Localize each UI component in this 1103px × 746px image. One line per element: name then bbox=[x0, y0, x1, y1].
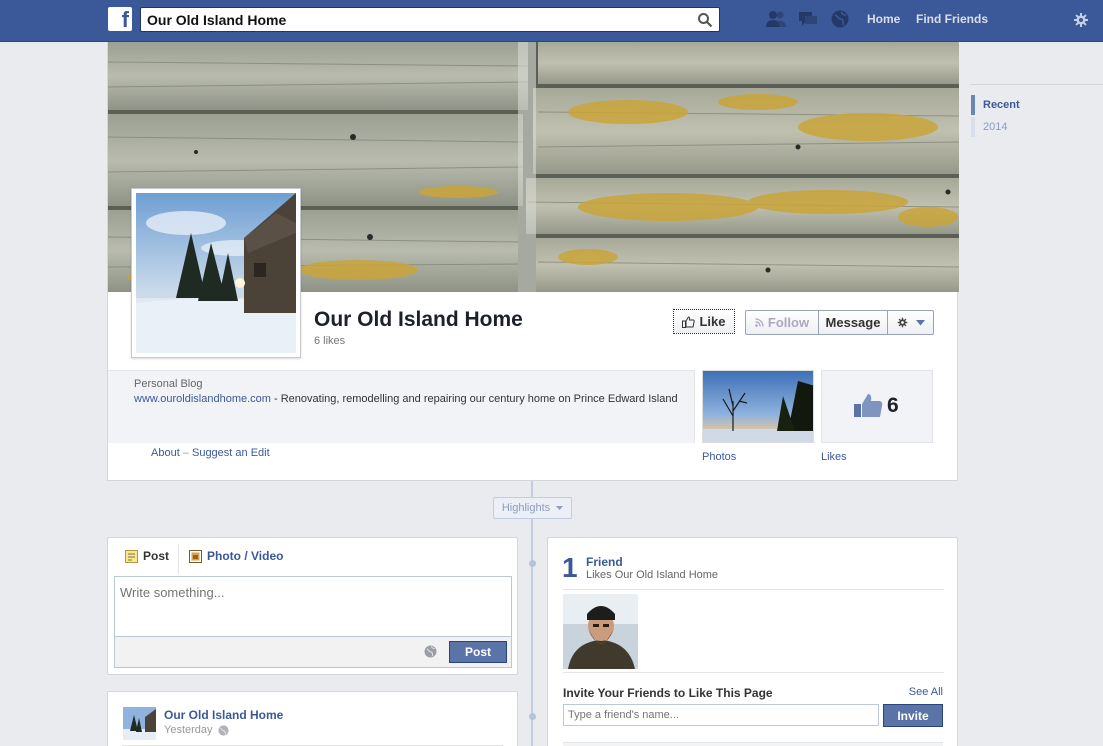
messages-icon[interactable] bbox=[797, 9, 819, 29]
snowy-barn-profile-image bbox=[136, 193, 296, 353]
settings-gear-icon[interactable] bbox=[1073, 12, 1089, 28]
bearded-man-photo bbox=[563, 594, 638, 669]
page-header-card: Our Old Island Home 6 likes Like Follow … bbox=[107, 42, 959, 481]
friend-requests-icon[interactable] bbox=[765, 9, 787, 29]
likes-link[interactable]: Likes bbox=[821, 451, 847, 463]
thumbs-up-icon bbox=[854, 394, 883, 417]
about-summary-box: Personal Blog www.ouroldislandhome.com -… bbox=[108, 370, 695, 443]
about-links: About – Suggest an Edit bbox=[151, 447, 270, 459]
photo-video-icon bbox=[189, 549, 202, 563]
notifications-globe-icon[interactable] bbox=[829, 9, 851, 29]
search-input[interactable] bbox=[141, 8, 681, 31]
composer-field[interactable] bbox=[114, 576, 512, 636]
post-composer: Post Photo / Video Post bbox=[107, 537, 518, 675]
divider bbox=[563, 589, 944, 590]
winter-trees-photo-thumbnail bbox=[703, 371, 813, 442]
invite-title: Invite Your Friends to Like This Page bbox=[563, 686, 773, 700]
message-button[interactable]: Message bbox=[818, 310, 888, 335]
composer-textarea[interactable] bbox=[115, 577, 511, 636]
likes-tile[interactable]: 6 bbox=[821, 370, 933, 443]
timeline-spine bbox=[531, 481, 533, 746]
snowy-barn-avatar-image bbox=[123, 707, 156, 740]
composer-footer: Post bbox=[114, 636, 512, 668]
status-note-icon bbox=[125, 549, 138, 563]
gear-icon bbox=[897, 317, 907, 328]
divider bbox=[563, 672, 944, 673]
follow-button[interactable]: Follow bbox=[745, 310, 819, 335]
timeline-year-nav: Recent 2014 bbox=[971, 95, 1020, 139]
post-button[interactable]: Post bbox=[449, 641, 507, 663]
friend-count: 1 bbox=[562, 552, 578, 583]
friend-avatar[interactable] bbox=[563, 594, 638, 669]
timeline-story: Our Old Island Home Yesterday bbox=[107, 691, 518, 746]
page-options-menu-button[interactable] bbox=[887, 310, 934, 335]
story-author-avatar[interactable] bbox=[123, 707, 156, 740]
chevron-down-icon bbox=[915, 319, 925, 325]
timeline-dot bbox=[529, 713, 536, 720]
invite-friend-input[interactable] bbox=[563, 704, 879, 726]
profile-picture[interactable] bbox=[131, 188, 301, 358]
nav-home-link[interactable]: Home bbox=[867, 12, 900, 26]
description-text: - Renovating, remodelling and repairing … bbox=[270, 393, 678, 405]
search-icon[interactable] bbox=[697, 12, 713, 28]
rail-divider bbox=[970, 84, 1103, 85]
timeline-dot bbox=[529, 560, 536, 567]
like-button[interactable]: Like bbox=[673, 309, 735, 334]
year-recent-link[interactable]: Recent bbox=[971, 95, 1020, 115]
story-author-name[interactable]: Our Old Island Home bbox=[164, 708, 283, 722]
invite-button[interactable]: Invite bbox=[883, 704, 943, 727]
chevron-down-icon bbox=[556, 505, 564, 510]
card-footer bbox=[563, 742, 943, 746]
see-all-link[interactable]: See All bbox=[909, 686, 943, 698]
photos-tile[interactable] bbox=[702, 370, 814, 443]
friends-subtitle: Likes Our Old Island Home bbox=[586, 569, 719, 581]
tab-divider bbox=[178, 544, 179, 574]
nav-find-friends-link[interactable]: Find Friends bbox=[916, 12, 988, 26]
website-link[interactable]: www.ouroldislandhome.com bbox=[134, 393, 271, 405]
highlights-dropdown[interactable]: Highlights bbox=[493, 497, 572, 519]
search-box[interactable] bbox=[140, 7, 720, 32]
suggest-edit-link[interactable]: Suggest an Edit bbox=[192, 447, 270, 459]
audience-globe-icon[interactable] bbox=[424, 645, 437, 658]
about-link[interactable]: About bbox=[151, 447, 180, 459]
composer-tab-photo-video[interactable]: Photo / Video bbox=[189, 549, 283, 563]
top-bar: f Home Find Friends bbox=[0, 0, 1103, 42]
likes-number: 6 bbox=[887, 394, 899, 417]
page-title: Our Old Island Home bbox=[314, 308, 523, 331]
story-timestamp: Yesterday bbox=[164, 724, 229, 736]
rss-icon bbox=[755, 318, 764, 327]
composer-tab-post[interactable]: Post bbox=[125, 549, 169, 563]
facebook-logo[interactable]: f bbox=[108, 7, 132, 32]
page-description: www.ouroldislandhome.com - Renovating, r… bbox=[134, 393, 678, 405]
year-2014-link[interactable]: 2014 bbox=[971, 117, 1020, 137]
page-likes-count: 6 likes bbox=[314, 335, 346, 347]
page-category: Personal Blog bbox=[134, 378, 203, 390]
friends-invite-card: 1 Friend Likes Our Old Island Home Invit… bbox=[547, 537, 958, 746]
thumbs-up-icon bbox=[682, 315, 696, 328]
photos-link[interactable]: Photos bbox=[702, 451, 736, 463]
public-globe-icon bbox=[217, 724, 229, 736]
friends-title-link[interactable]: Friend bbox=[586, 555, 623, 569]
